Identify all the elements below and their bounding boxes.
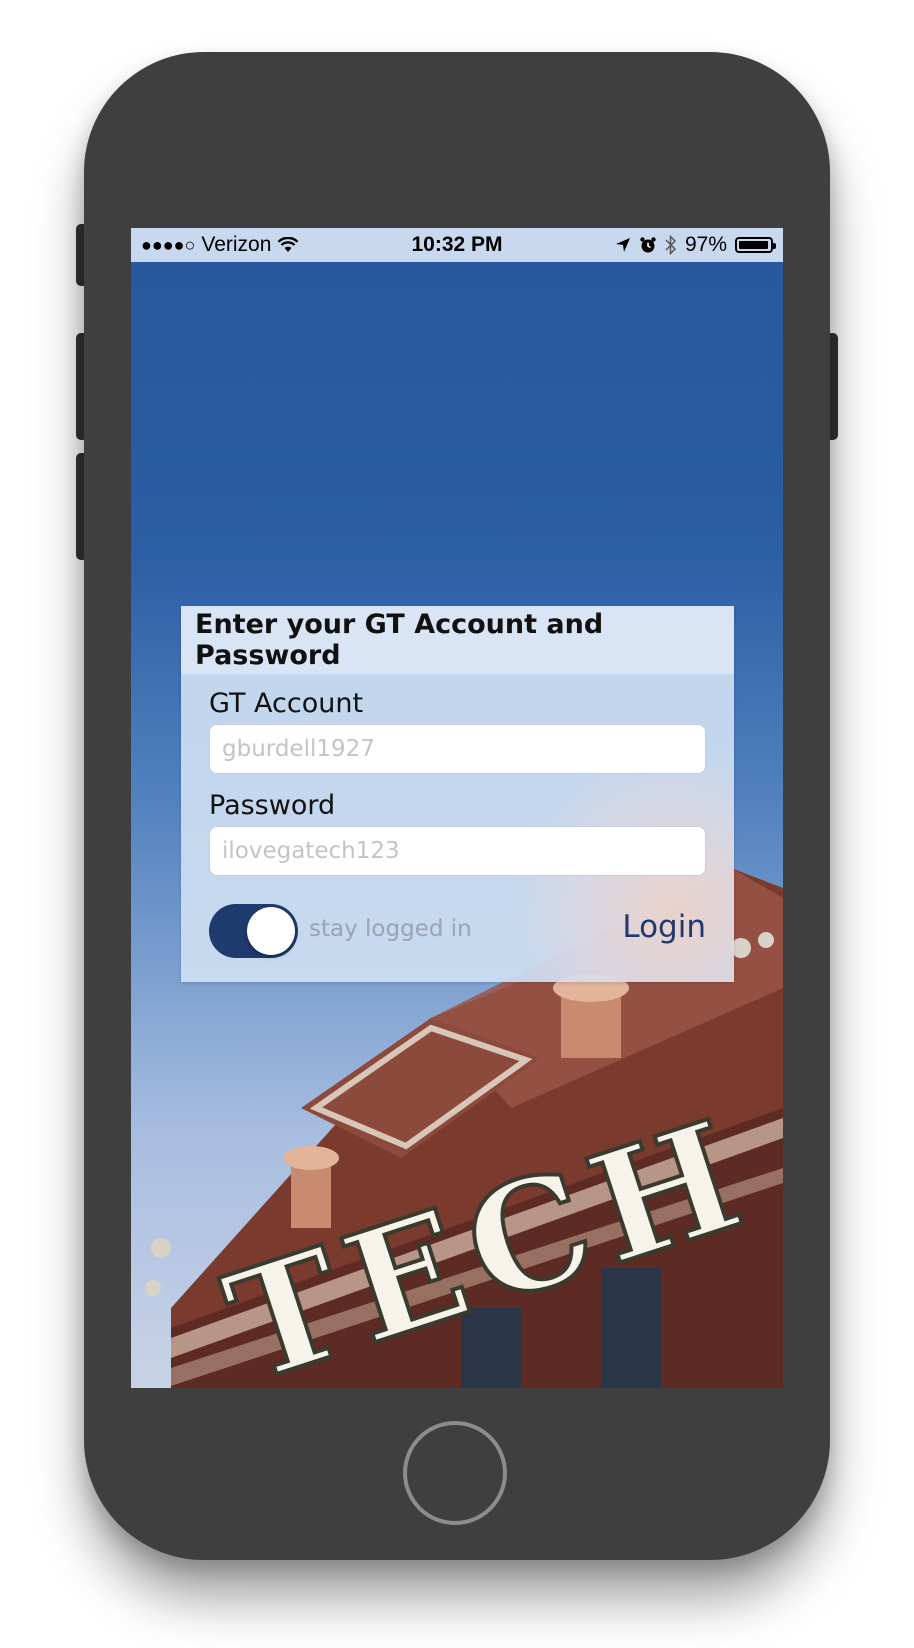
password-label: Password: [209, 790, 336, 821]
battery-fill: [739, 241, 769, 249]
login-card-header: Enter your GT Account and Password: [181, 606, 734, 674]
login-card: Enter your GT Account and Password GT Ac…: [181, 606, 734, 982]
status-bar: ●●●●○ Verizon 10:32 PM 97%: [131, 228, 783, 262]
battery-percent: 97%: [684, 233, 727, 256]
app-screen: TECH ●●●●○ Verizon 10:32 PM 97% Enter yo…: [131, 228, 783, 1388]
wifi-icon: [278, 237, 299, 252]
gt-account-input[interactable]: [209, 724, 706, 774]
stay-logged-in-label: stay logged in: [309, 916, 472, 942]
login-title: Enter your GT Account and Password: [195, 609, 604, 671]
device-mockup: TECH ●●●●○ Verizon 10:32 PM 97% Enter yo…: [0, 0, 914, 1648]
location-arrow-icon: [615, 238, 630, 252]
bluetooth-icon: [665, 235, 677, 255]
stay-logged-in-toggle[interactable]: [209, 904, 298, 958]
status-time: 10:32 PM: [411, 233, 503, 256]
toggle-knob: [247, 907, 295, 955]
status-bar-left: ●●●●○ Verizon: [141, 228, 299, 262]
home-button[interactable]: [403, 1421, 507, 1525]
signal-strength-icon: ●●●●○: [141, 234, 196, 255]
battery-icon: [735, 237, 776, 253]
carrier-name: Verizon: [201, 233, 272, 256]
login-button[interactable]: Login: [622, 909, 706, 945]
status-bar-right: 97%: [615, 228, 776, 262]
alarm-clock-icon: [640, 237, 656, 253]
gt-account-label: GT Account: [209, 688, 364, 719]
password-input[interactable]: [209, 826, 706, 876]
